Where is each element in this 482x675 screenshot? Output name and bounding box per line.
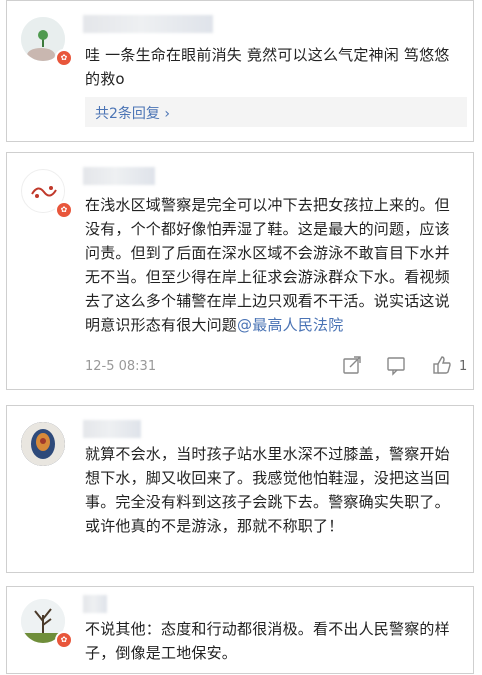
comment-text: 不说其他：态度和行动都很消极。看不出人民警察的样子，倒像是工地保安。 — [85, 620, 450, 662]
comment-icon[interactable] — [385, 354, 407, 376]
share-icon[interactable] — [341, 354, 363, 376]
reply-bar[interactable]: 共2条回复 › — [85, 97, 467, 127]
username-blurred[interactable] — [83, 595, 107, 613]
view-replies-link[interactable]: 共2条回复 › — [95, 103, 170, 123]
verified-badge-icon: ✿ — [55, 49, 73, 67]
comment-text: 就算不会水，当时孩子站水里水深不过膝盖，警察开始想下水，脚又收回来了。我感觉他怕… — [85, 445, 450, 535]
username-blurred[interactable] — [83, 420, 141, 438]
comment-text: 在浅水区域警察是完全可以冲下去把女孩拉上来的。但没有，个个都好像怕弄湿了鞋。这是… — [85, 193, 459, 337]
chevron-right-icon: › — [164, 106, 170, 122]
comment-card: ✿ 在浅水区域警察是完全可以冲下去把女孩拉上来的。但没有，个个都好像怕弄湿了鞋。… — [6, 152, 474, 390]
verified-badge-icon: ✿ — [55, 631, 73, 649]
username-blurred[interactable] — [83, 167, 155, 185]
comment-card: ✿ 不说其他：态度和行动都很消极。看不出人民警察的样子，倒像是工地保安。 — [6, 586, 474, 674]
comment-text: 哇 一条生命在眼前消失 竟然可以这么气定神闲 笃悠悠的救o — [85, 46, 450, 88]
thumbs-up-icon[interactable] — [431, 354, 453, 376]
mention-link[interactable]: @最高人民法院 — [237, 316, 343, 334]
username-blurred[interactable] — [83, 15, 213, 33]
reply-count-label: 共2条回复 — [95, 106, 160, 122]
comment-card: ✿ 哇 一条生命在眼前消失 竟然可以这么气定神闲 笃悠悠的救o 共2条回复 › — [6, 0, 474, 142]
comment-body: 在浅水区域警察是完全可以冲下去把女孩拉上来的。但没有，个个都好像怕弄湿了鞋。这是… — [85, 196, 450, 334]
timestamp: 12-5 08:31 — [85, 359, 157, 374]
like-count: 1 — [459, 359, 468, 374]
avatar[interactable] — [21, 422, 65, 466]
verified-badge-icon: ✿ — [55, 201, 73, 219]
comment-card: 就算不会水，当时孩子站水里水深不过膝盖，警察开始想下水，脚又收回来了。我感觉他怕… — [6, 405, 474, 573]
